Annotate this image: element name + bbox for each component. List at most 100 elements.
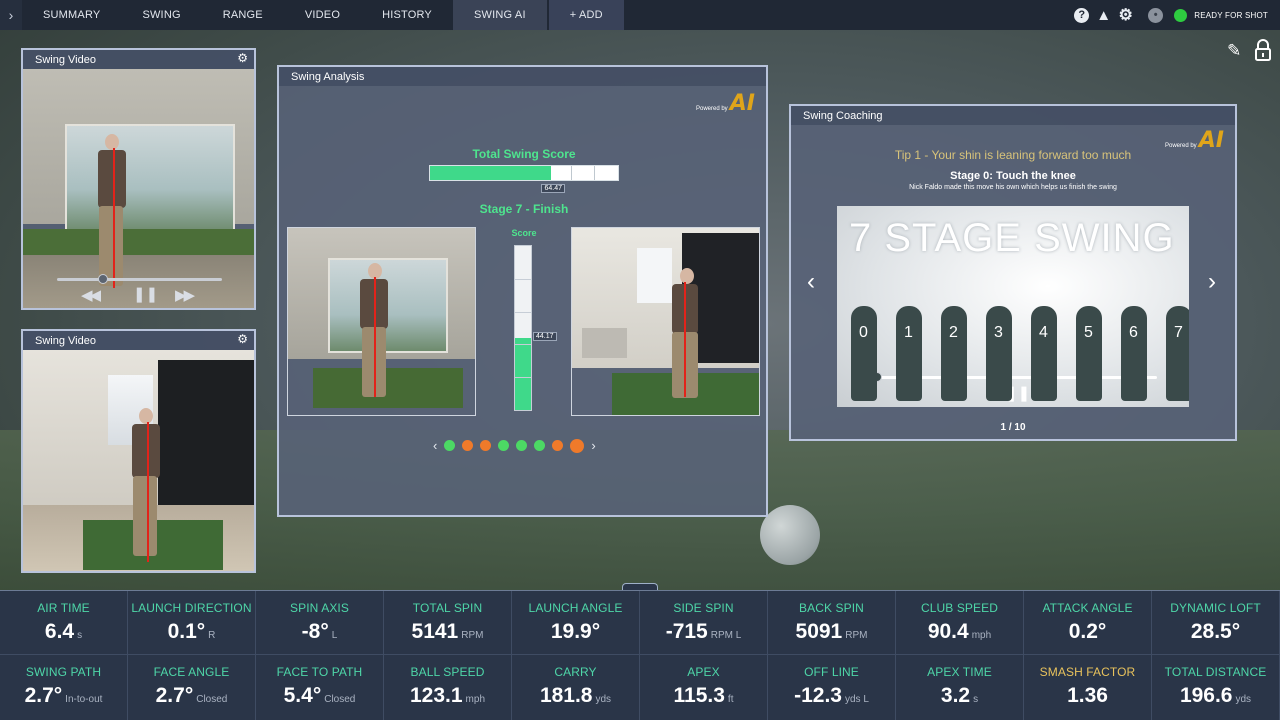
metric-apex: APEX 115.3 ft	[640, 655, 768, 720]
metric-number: 2.7°	[155, 684, 194, 707]
metric-value: -12.3 yds L	[794, 684, 869, 708]
metric-label: SIDE SPIN	[673, 601, 734, 615]
chevron-right-icon[interactable]: ›	[1208, 268, 1216, 296]
coaching-pager: 1 / 10	[1000, 422, 1026, 433]
coaching-stage-description: Nick Faldo made this move his own which …	[909, 184, 1117, 191]
tab-video[interactable]: VIDEO	[284, 0, 361, 30]
stage-dot[interactable]	[570, 438, 585, 453]
metric-attack-angle: ATTACK ANGLE 0.2°	[1024, 591, 1152, 655]
metric-dynamic-loft: DYNAMIC LOFT 28.5°	[1152, 591, 1280, 655]
video-player[interactable]	[23, 350, 254, 571]
gear-icon[interactable]: ⚙	[1118, 7, 1133, 24]
analysis-frame-right	[571, 227, 760, 416]
metric-number: 123.1	[409, 684, 463, 707]
chevron-left-icon[interactable]: ‹	[433, 438, 437, 453]
metric-value: 196.6 yds	[1180, 684, 1251, 708]
metric-launch-angle: LAUNCH ANGLE 19.9°	[512, 591, 640, 655]
stage-dot[interactable]	[462, 440, 474, 451]
stage-silhouette	[986, 306, 1012, 401]
tab-swing-ai[interactable]: SWING AI	[452, 0, 547, 30]
metric-number: 19.9°	[550, 620, 601, 643]
rewind-icon[interactable]: ◀◀	[81, 286, 101, 304]
stage-silhouette	[1076, 306, 1102, 401]
stage-dot[interactable]	[534, 440, 546, 451]
metric-back-spin: BACK SPIN 5091 RPM	[768, 591, 896, 655]
metric-value: 181.8 yds	[540, 684, 611, 708]
stage-number: 0	[859, 324, 868, 341]
stage-dot[interactable]	[444, 440, 456, 451]
metric-value: 0.1° R	[168, 620, 216, 644]
video-player[interactable]: ◀◀ ❚❚ ▶▶	[23, 69, 254, 308]
metric-number: 3.2	[940, 684, 971, 707]
metrics-bar: AIR TIME 6.4 s LAUNCH DIRECTION 0.1° R SPIN AX…	[0, 590, 1280, 720]
metric-value: 2.7° In-to-out	[25, 684, 103, 708]
metric-label: TOTAL SPIN	[412, 601, 483, 615]
metric-unit: mph	[971, 630, 992, 641]
seek-bar[interactable]	[57, 278, 222, 281]
metric-value: -715 RPM L	[666, 620, 742, 644]
metric-label: APEX TIME	[927, 665, 992, 679]
metric-label: OFF LINE	[804, 665, 859, 679]
metric-unit: L	[331, 630, 338, 641]
stage-dot[interactable]	[498, 440, 510, 451]
fast-forward-icon[interactable]: ▶▶	[175, 286, 195, 304]
lock-icon[interactable]	[1254, 39, 1272, 61]
ai-logo-mark: AI	[729, 91, 755, 116]
metric-value: 90.4 mph	[928, 620, 991, 644]
total-score-value: 64.47	[541, 184, 566, 193]
warning-icon[interactable]: ▲	[1096, 7, 1111, 24]
metric-number: 196.6	[1179, 684, 1233, 707]
panel-title: Swing Video ⚙	[23, 331, 254, 350]
gear-icon[interactable]: ⚙	[237, 51, 248, 65]
analysis-title: Swing Analysis	[291, 70, 365, 83]
coaching-image-title: 7 STAGE SWING	[849, 216, 1175, 260]
stage-dot[interactable]	[552, 440, 564, 451]
stage-label: Stage 7 - Finish	[479, 202, 569, 216]
metric-apex-time: APEX TIME 3.2 s	[896, 655, 1024, 720]
metric-side-spin: SIDE SPIN -715 RPM L	[640, 591, 768, 655]
metric-value: 28.5°	[1191, 620, 1240, 644]
metric-value: 3.2 s	[941, 684, 978, 708]
metric-label: CLUB SPEED	[920, 601, 999, 615]
metric-value: 0.2°	[1069, 620, 1107, 644]
metric-value: 5141 RPM	[412, 620, 484, 644]
swing-coaching-panel: Swing Coaching Powered by AI Tip 1 - You…	[789, 104, 1237, 441]
metric-label: ATTACK ANGLE	[1042, 601, 1133, 615]
coaching-image[interactable]: 7 STAGE SWING ❚❚ 01234567	[837, 206, 1189, 407]
stage-score-value: 44.17	[533, 331, 557, 341]
help-icon[interactable]: ?	[1074, 7, 1090, 23]
tab-swing[interactable]: SWING	[121, 0, 201, 30]
metric-smash-factor: SMASH FACTOR 1.36	[1024, 655, 1152, 720]
metric-label: FACE TO PATH	[276, 665, 363, 679]
stage-dot[interactable]	[480, 440, 492, 451]
status-area: ? ▲ ⚙ • READY FOR SHOT	[1074, 7, 1280, 24]
edit-icon[interactable]: ✎	[1227, 41, 1241, 61]
tab-add[interactable]: + ADD	[548, 0, 624, 30]
chevron-right-icon[interactable]: ›	[591, 438, 595, 453]
pause-icon[interactable]: ❚❚	[133, 285, 158, 303]
metric-number: 5.4°	[283, 684, 322, 707]
stage-number: 4	[1039, 324, 1048, 341]
metric-unit: yds	[595, 694, 612, 705]
chevron-left-icon[interactable]: ‹	[807, 268, 815, 296]
ai-logo: Powered by AI	[696, 93, 755, 115]
tab-history[interactable]: HISTORY	[361, 0, 453, 30]
tab-range[interactable]: RANGE	[202, 0, 284, 30]
gear-icon[interactable]: ⚙	[237, 332, 248, 346]
metric-label: DYNAMIC LOFT	[1170, 601, 1261, 615]
metric-label: APEX	[687, 665, 720, 679]
chevron-right-icon[interactable]: ›	[0, 0, 22, 30]
meter-label: Score	[511, 228, 537, 238]
metric-label: SMASH FACTOR	[1039, 665, 1136, 679]
stage-dot[interactable]	[516, 440, 528, 451]
metric-number: -715	[665, 620, 708, 643]
stage-score-meter	[514, 245, 532, 411]
golf-ball-icon[interactable]: •	[1148, 7, 1164, 23]
stage-number: 6	[1129, 324, 1138, 341]
metric-value: 2.7° Closed	[156, 684, 228, 708]
stage-pager: ‹ ›	[433, 438, 596, 453]
tab-bar: › SUMMARY SWING RANGE VIDEO HISTORY SWIN…	[0, 0, 624, 30]
tab-summary[interactable]: SUMMARY	[22, 0, 121, 30]
metric-label: FACE ANGLE	[153, 665, 230, 679]
metric-unit: s	[77, 630, 83, 641]
